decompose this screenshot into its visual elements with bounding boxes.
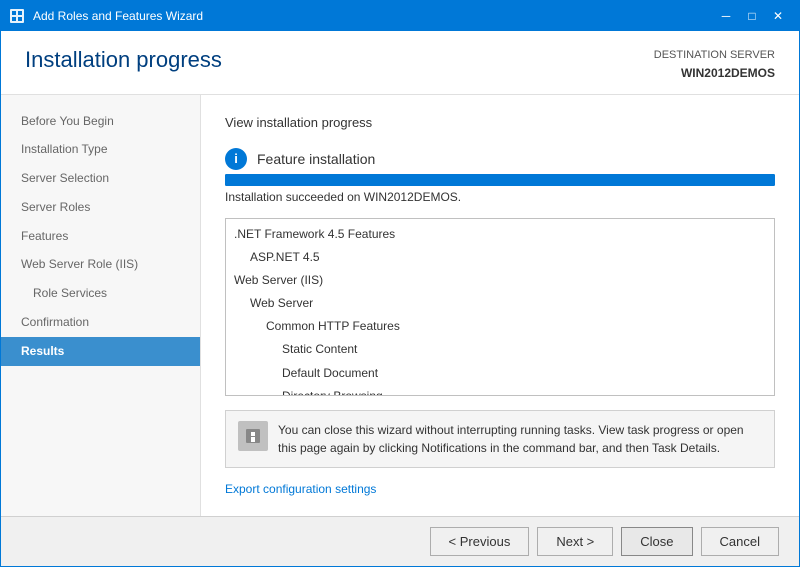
sidebar-item-confirmation[interactable]: Confirmation [1, 308, 200, 337]
destination-label: DESTINATION SERVER [654, 47, 775, 64]
sidebar-item-server-selection[interactable]: Server Selection [1, 164, 200, 193]
section-title: View installation progress [225, 115, 775, 130]
previous-button[interactable]: < Previous [430, 527, 530, 556]
feature-list-item: Default Document [226, 362, 774, 385]
progress-bar-container [225, 174, 775, 186]
feature-list-item: Directory Browsing [226, 385, 774, 395]
feature-list-item: Static Content [226, 338, 774, 361]
notice-icon [238, 421, 268, 451]
feature-list-item: Common HTTP Features [226, 315, 774, 338]
feature-installation-section: i Feature installation Installation succ… [225, 148, 775, 204]
features-list-scroll[interactable]: .NET Framework 4.5 FeaturesASP.NET 4.5We… [226, 219, 774, 396]
sidebar-item-features[interactable]: Features [1, 222, 200, 251]
sidebar-item-web-server-role[interactable]: Web Server Role (IIS) [1, 250, 200, 279]
app-icon [9, 8, 25, 24]
notice-box: You can close this wizard without interr… [225, 410, 775, 468]
sidebar-item-results[interactable]: Results [1, 337, 200, 366]
sidebar-item-before-you-begin[interactable]: Before You Begin [1, 107, 200, 136]
export-link[interactable]: Export configuration settings [225, 482, 775, 496]
window-title: Add Roles and Features Wizard [33, 9, 203, 23]
next-button[interactable]: Next > [537, 527, 613, 556]
close-button[interactable]: Close [621, 527, 692, 556]
cancel-button[interactable]: Cancel [701, 527, 779, 556]
page-title: Installation progress [25, 47, 222, 73]
feature-list-item: .NET Framework 4.5 Features [226, 223, 774, 246]
success-message: Installation succeeded on WIN2012DEMOS. [225, 190, 775, 204]
minimize-button[interactable]: ─ [713, 3, 739, 29]
feature-list-item: Web Server (IIS) [226, 269, 774, 292]
main-panel: View installation progress i Feature ins… [201, 95, 799, 517]
sidebar: Before You Begin Installation Type Serve… [1, 95, 201, 517]
wizard-header: Installation progress DESTINATION SERVER… [1, 31, 799, 95]
sidebar-item-installation-type[interactable]: Installation Type [1, 135, 200, 164]
close-window-button[interactable]: ✕ [765, 3, 791, 29]
feature-installation-label: Feature installation [257, 151, 375, 167]
wizard-window: Add Roles and Features Wizard ─ □ ✕ Inst… [0, 0, 800, 567]
destination-server-info: DESTINATION SERVER WIN2012DEMOS [654, 47, 775, 82]
wizard-body: Installation progress DESTINATION SERVER… [1, 31, 799, 566]
sidebar-item-role-services[interactable]: Role Services [1, 279, 200, 308]
feature-installation-row: i Feature installation [225, 148, 775, 170]
progress-bar-fill [225, 174, 775, 186]
wizard-content: Before You Begin Installation Type Serve… [1, 95, 799, 517]
destination-server-name: WIN2012DEMOS [654, 64, 775, 82]
title-bar-left: Add Roles and Features Wizard [9, 8, 203, 24]
wizard-footer: < Previous Next > Close Cancel [1, 516, 799, 566]
feature-list-item: Web Server [226, 292, 774, 315]
notice-text: You can close this wizard without interr… [278, 421, 762, 457]
sidebar-item-server-roles[interactable]: Server Roles [1, 193, 200, 222]
info-icon: i [225, 148, 247, 170]
maximize-button[interactable]: □ [739, 3, 765, 29]
title-bar: Add Roles and Features Wizard ─ □ ✕ [1, 1, 799, 31]
features-list-box: .NET Framework 4.5 FeaturesASP.NET 4.5We… [225, 218, 775, 397]
window-controls: ─ □ ✕ [713, 3, 791, 29]
feature-list-item: ASP.NET 4.5 [226, 246, 774, 269]
